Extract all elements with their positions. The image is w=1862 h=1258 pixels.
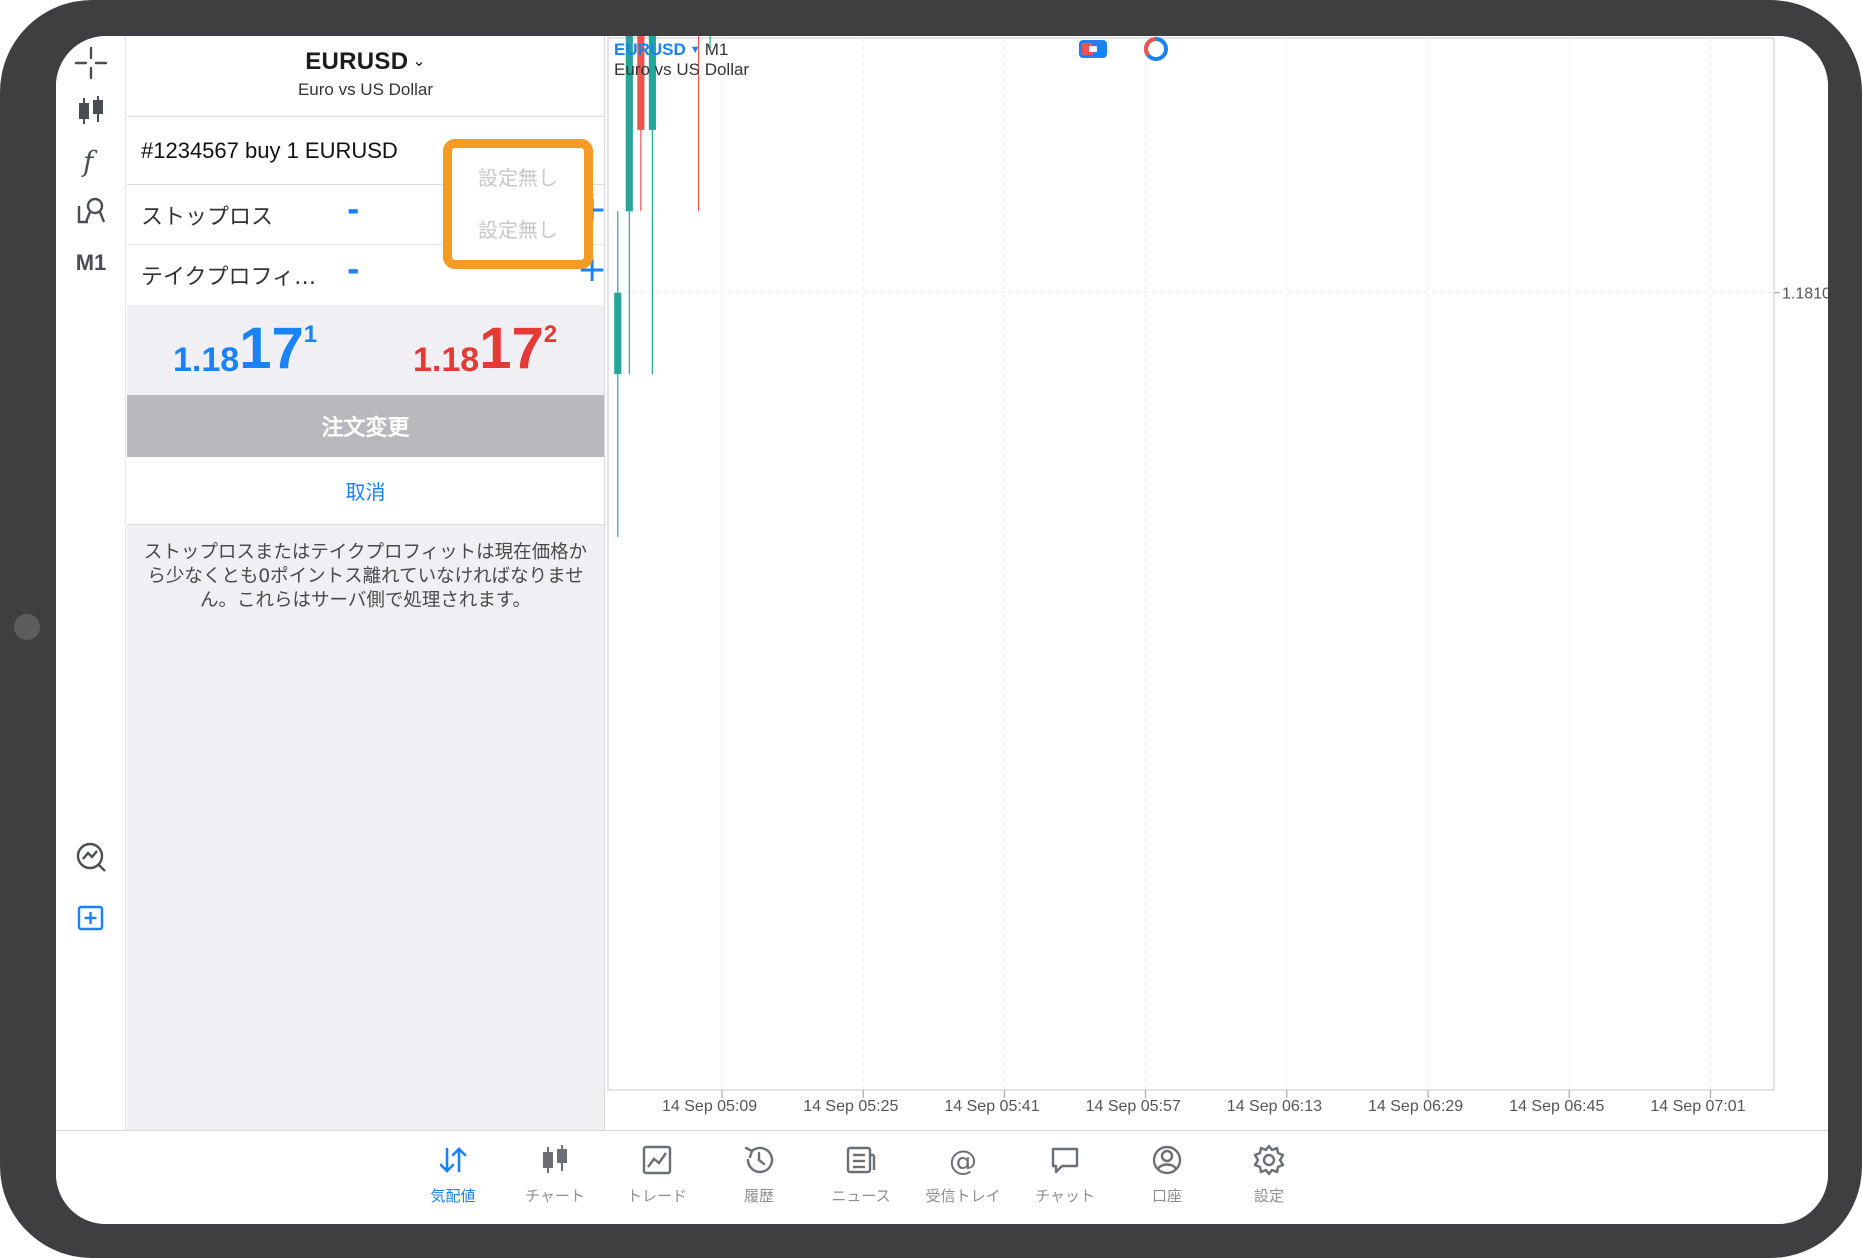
time-label: 14 Sep 07:01	[1650, 1098, 1745, 1115]
stop-level-note: ストップロスまたはテイクプロフィットは現在価格から少なくとも0ポイントス離れてい…	[143, 542, 588, 611]
tab-label: 気配値	[430, 1187, 476, 1205]
order-modify-panel: EURUSD ⌄ Euro vs US Dollar #1234567 buy 1…	[127, 36, 607, 1130]
indicators-icon[interactable]: f	[66, 138, 116, 184]
stop-loss-label: ストップロス	[141, 204, 274, 230]
svg-text:@: @	[949, 1144, 977, 1177]
new-order-icon[interactable]	[66, 894, 116, 940]
chart-symbol-name: EURUSD	[614, 40, 686, 59]
plot-area	[607, 37, 1775, 1091]
tab-label: チャット	[1035, 1187, 1095, 1205]
bid-price-prefix: 1.18	[173, 341, 240, 379]
chat-icon	[1051, 1147, 1079, 1174]
chart-toolbar: f M1	[56, 36, 126, 1130]
time-label: 14 Sep 05:41	[944, 1098, 1039, 1115]
quotes-icon	[439, 1147, 467, 1173]
symbol-description: Euro vs US Dollar	[297, 80, 434, 99]
history-icon	[744, 1146, 774, 1174]
tab-account[interactable]: 口座	[1122, 1143, 1212, 1206]
highlight-box: 設定無し 設定無し	[443, 139, 593, 269]
triangle-down-icon: ▼	[689, 44, 701, 56]
ask-price-point: 2	[543, 321, 558, 348]
chart-description: Euro vs US Dollar	[614, 60, 750, 79]
time-label: 14 Sep 05:25	[803, 1098, 898, 1115]
bottom-navigation: 気配値 チャート トレード 履歴 ニュース @ 受信トレイ チャット 口座 設定	[56, 1130, 1828, 1224]
tab-label: チャート	[525, 1187, 585, 1205]
tab-label: 受信トレイ	[925, 1187, 1001, 1205]
crosshair-icon[interactable]	[66, 40, 116, 86]
chart-icon	[543, 1145, 567, 1173]
candlestick-icon[interactable]	[66, 88, 116, 134]
stop-loss-input[interactable]: 設定無し	[452, 156, 584, 196]
price-label: 1.18100	[1782, 286, 1828, 303]
tab-quotes[interactable]: 気配値	[408, 1143, 498, 1206]
bid-price-pips: 17	[239, 316, 304, 381]
trading-signals-icon[interactable]	[66, 834, 116, 880]
time-label: 14 Sep 05:09	[662, 1098, 757, 1115]
chart-symbol[interactable]: EURUSD ▼ M1	[614, 40, 728, 60]
tab-label: 設定	[1253, 1187, 1284, 1205]
one-click-trading-icon[interactable]	[1078, 36, 1108, 62]
tab-chat[interactable]: チャット	[1020, 1143, 1110, 1206]
take-profit-decrease-button[interactable]: -	[347, 253, 359, 288]
time-label: 14 Sep 06:13	[1227, 1098, 1322, 1115]
tab-label: トレード	[626, 1187, 687, 1205]
trade-icon	[642, 1145, 672, 1175]
chart-timeframe: M1	[704, 40, 729, 59]
ask-price: 1.18 17 2	[413, 319, 557, 380]
objects-icon[interactable]	[66, 188, 116, 234]
price-display: 1.18 17 1 1.18 17 2	[127, 305, 604, 395]
tab-label: 履歴	[743, 1187, 774, 1205]
tab-mailbox[interactable]: @ 受信トレイ	[918, 1143, 1008, 1206]
bid-price-point: 1	[303, 321, 318, 348]
symbol-title: EURUSD	[305, 48, 409, 75]
take-profit-input[interactable]: 設定無し	[452, 208, 584, 248]
svg-text:f: f	[81, 145, 98, 178]
tab-trade[interactable]: トレード	[612, 1143, 702, 1206]
time-label: 14 Sep 06:29	[1368, 1098, 1463, 1115]
news-icon	[846, 1146, 876, 1174]
market-status-icon[interactable]	[1141, 36, 1171, 62]
tab-settings[interactable]: 設定	[1224, 1143, 1314, 1206]
camera-dot	[14, 614, 40, 640]
position-label: #1234567 buy 1 EURUSD	[141, 137, 398, 163]
stop-loss-decrease-button[interactable]: -	[347, 193, 359, 228]
modify-order-button[interactable]: 注文変更	[127, 395, 604, 457]
account-icon	[1152, 1145, 1182, 1175]
ask-price-pips: 17	[479, 316, 544, 381]
price-chart[interactable]: 1.181901.181801.181601.181501.181401.181…	[606, 36, 1828, 1130]
tab-history[interactable]: 履歴	[714, 1143, 804, 1206]
tab-label: ニュース	[831, 1187, 891, 1205]
timeframe-button[interactable]: M1	[66, 240, 116, 286]
cancel-button[interactable]: 取消	[127, 457, 604, 525]
time-label: 14 Sep 05:57	[1086, 1098, 1181, 1115]
symbol-header[interactable]: EURUSD ⌄ Euro vs US Dollar	[127, 36, 604, 117]
tablet-frame: f M1 EURUSD⌄ Euro vs US Dollar #1234567	[0, 0, 1862, 1258]
take-profit-label: テイクプロフィ…	[141, 265, 317, 290]
tab-label: 口座	[1151, 1187, 1182, 1205]
time-label: 14 Sep 06:45	[1509, 1098, 1604, 1115]
mailbox-icon: @	[949, 1144, 977, 1177]
candle-body	[614, 292, 622, 375]
timeframe-label: M1	[75, 250, 107, 275]
app-screen: f M1 EURUSD⌄ Euro vs US Dollar #1234567	[56, 36, 1828, 1224]
ask-price-prefix: 1.18	[413, 341, 480, 379]
candlestick-chart[interactable]: 1.181901.181801.181601.181501.181401.181…	[606, 36, 1828, 1130]
bid-price: 1.18 17 1	[173, 319, 317, 380]
tab-news[interactable]: ニュース	[816, 1143, 906, 1206]
tab-chart[interactable]: チャート	[510, 1143, 600, 1206]
chevron-down-icon: ⌄	[412, 51, 426, 70]
settings-icon	[1253, 1144, 1285, 1176]
